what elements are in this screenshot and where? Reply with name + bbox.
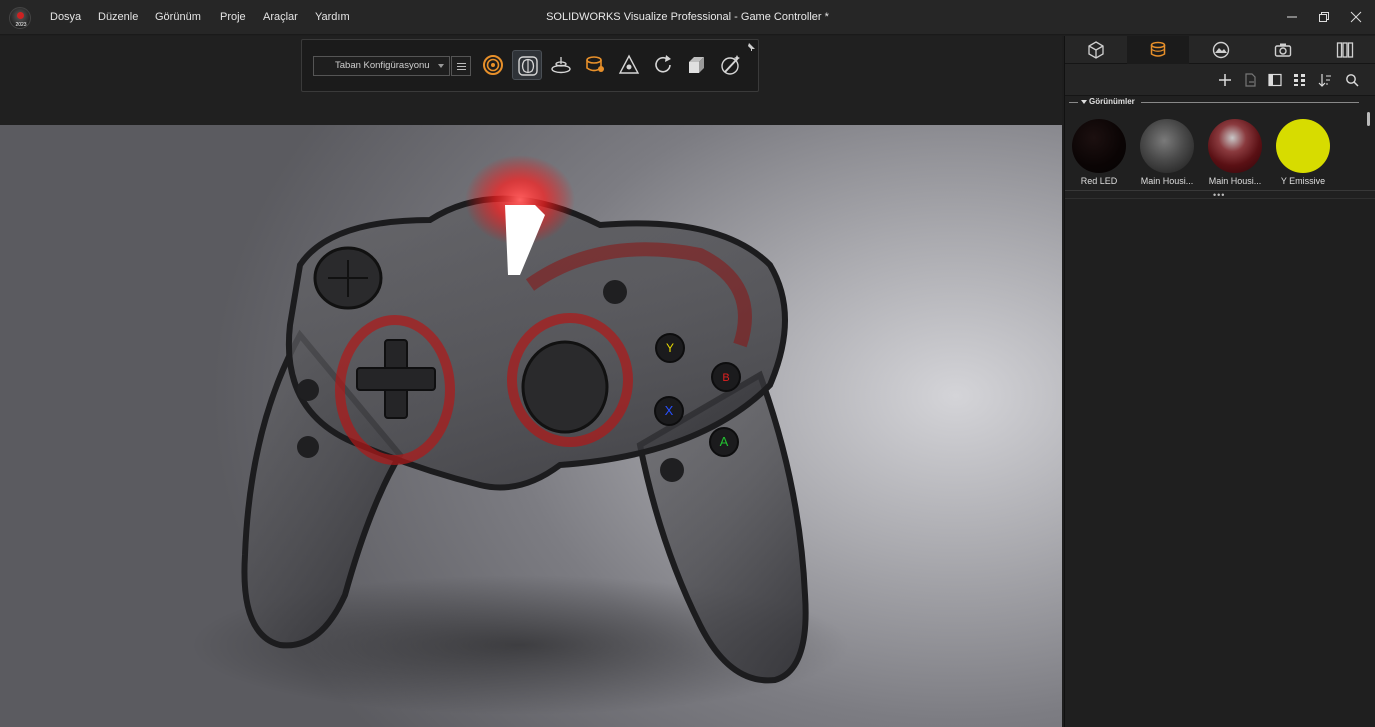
restore-button[interactable] [1311, 6, 1337, 28]
scenes-icon [1212, 41, 1230, 59]
render-viewport[interactable]: Y B X A [0, 125, 1062, 727]
refresh-button[interactable] [648, 50, 678, 80]
logo-year: 2023 [15, 22, 27, 28]
tab-models[interactable] [1065, 36, 1127, 64]
collapse-triangle-icon [1081, 100, 1087, 104]
menu-dosya[interactable]: Dosya [50, 11, 81, 23]
floor-plane-icon [551, 57, 571, 74]
appearance-swatch[interactable]: Y Emissive [1274, 119, 1332, 186]
logo-dot [17, 12, 24, 19]
box-cube-icon [689, 57, 704, 73]
restore-icon [1319, 12, 1329, 22]
appearances-section-header[interactable]: Görünümler [1069, 97, 1359, 109]
chevron-down-icon [438, 64, 444, 68]
panel-tabs [1065, 36, 1375, 64]
appearance-label: Y Emissive [1280, 176, 1326, 186]
search-icon[interactable] [1345, 73, 1359, 87]
appearances-panel: Görünümler Red LED Main Housi... Main Ho… [1064, 36, 1375, 727]
tab-libraries[interactable] [1313, 36, 1375, 64]
appearance-label: Main Housi... [1208, 176, 1262, 186]
appearance-thumbnail [1208, 119, 1262, 173]
close-icon [1350, 11, 1362, 23]
appearance-properties-area [1065, 198, 1375, 727]
appearance-drop-button[interactable] [580, 50, 610, 80]
select-button [603, 280, 627, 304]
splitter-grip-icon[interactable]: ••• [1213, 191, 1225, 200]
tab-appearances[interactable] [1127, 36, 1189, 64]
svg-text:Y: Y [666, 341, 674, 355]
appearance-drop-icon [586, 56, 604, 72]
section-title: Görünümler [1089, 97, 1135, 106]
game-controller-render: Y B X A [190, 155, 850, 715]
minimize-icon [1287, 16, 1297, 18]
tab-scenes[interactable] [1189, 36, 1251, 64]
menu-yardim[interactable]: Yardım [315, 11, 350, 23]
appearance-label: Main Housi... [1140, 176, 1194, 186]
appearance-thumbnail [1072, 119, 1126, 173]
button-y: Y [655, 333, 685, 363]
transform-gizmo-button[interactable] [614, 50, 644, 80]
appearance-swatch[interactable]: Red LED [1070, 119, 1128, 186]
button-x: X [654, 396, 684, 426]
transform-gizmo-icon [618, 54, 640, 74]
export-icon[interactable] [1243, 73, 1257, 87]
app-logo-icon[interactable]: 2023 [9, 7, 31, 29]
configuration-value: Taban Konfigürasyonu [335, 60, 430, 71]
appearances-icon [1150, 41, 1166, 57]
menu-gorunum[interactable]: Görünüm [155, 11, 201, 23]
minimize-button[interactable] [1279, 6, 1305, 28]
part-select-button[interactable] [512, 50, 542, 80]
panel-action-bar [1065, 64, 1375, 96]
appearance-label: Red LED [1080, 176, 1118, 186]
sort-icon[interactable] [1318, 73, 1332, 87]
box-cube-button[interactable] [682, 50, 712, 80]
floor-plane-button[interactable] [546, 50, 576, 80]
right-lower-small-button [660, 458, 684, 482]
button-a: A [709, 427, 739, 457]
libraries-icon [1336, 42, 1354, 58]
tab-cameras[interactable] [1251, 36, 1313, 64]
panel-layout-icon[interactable] [1268, 73, 1282, 87]
window-title: SOLIDWORKS Visualize Professional - Game… [546, 11, 829, 23]
pin-icon[interactable] [746, 42, 756, 52]
configuration-menu-button[interactable] [451, 56, 471, 76]
menu-araclar[interactable]: Araçlar [263, 11, 298, 23]
left-lower-small-button [297, 436, 319, 458]
menu-duzenle[interactable]: Düzenle [98, 11, 138, 23]
appearance-swatch[interactable]: Main Housi... [1138, 119, 1196, 186]
title-bar: 2023 Dosya Düzenle Görünüm Proje Araçlar… [0, 0, 1375, 35]
target-rings-button[interactable] [478, 50, 508, 80]
part-select-icon [518, 56, 538, 76]
left-shoulder-small-button [297, 379, 319, 401]
configuration-select[interactable]: Taban Konfigürasyonu [313, 56, 450, 76]
viewport-toolbar: Taban Konfigürasyonu [301, 39, 759, 92]
models-cube-icon [1088, 41, 1104, 59]
add-icon[interactable] [1218, 73, 1232, 87]
right-analog-stick [521, 340, 609, 434]
cameras-icon [1274, 43, 1292, 57]
magic-wand-button[interactable] [716, 50, 746, 80]
svg-text:A: A [720, 434, 729, 449]
svg-text:B: B [722, 372, 729, 384]
appearance-swatch[interactable]: Main Housi... [1206, 119, 1264, 186]
close-button[interactable] [1343, 6, 1369, 28]
refresh-icon [655, 55, 671, 73]
appearance-thumbnail [1140, 119, 1194, 173]
visualize-window: 2023 Dosya Düzenle Görünüm Proje Araçlar… [0, 0, 1375, 727]
menu-proje[interactable]: Proje [220, 11, 246, 23]
target-rings-icon [483, 55, 503, 75]
svg-text:X: X [665, 403, 674, 418]
appearance-thumbnail [1276, 119, 1330, 173]
button-b: B [711, 362, 741, 392]
magic-wand-icon [721, 55, 740, 75]
grid-view-icon[interactable] [1293, 73, 1307, 87]
scrollbar-thumb[interactable] [1367, 112, 1370, 126]
